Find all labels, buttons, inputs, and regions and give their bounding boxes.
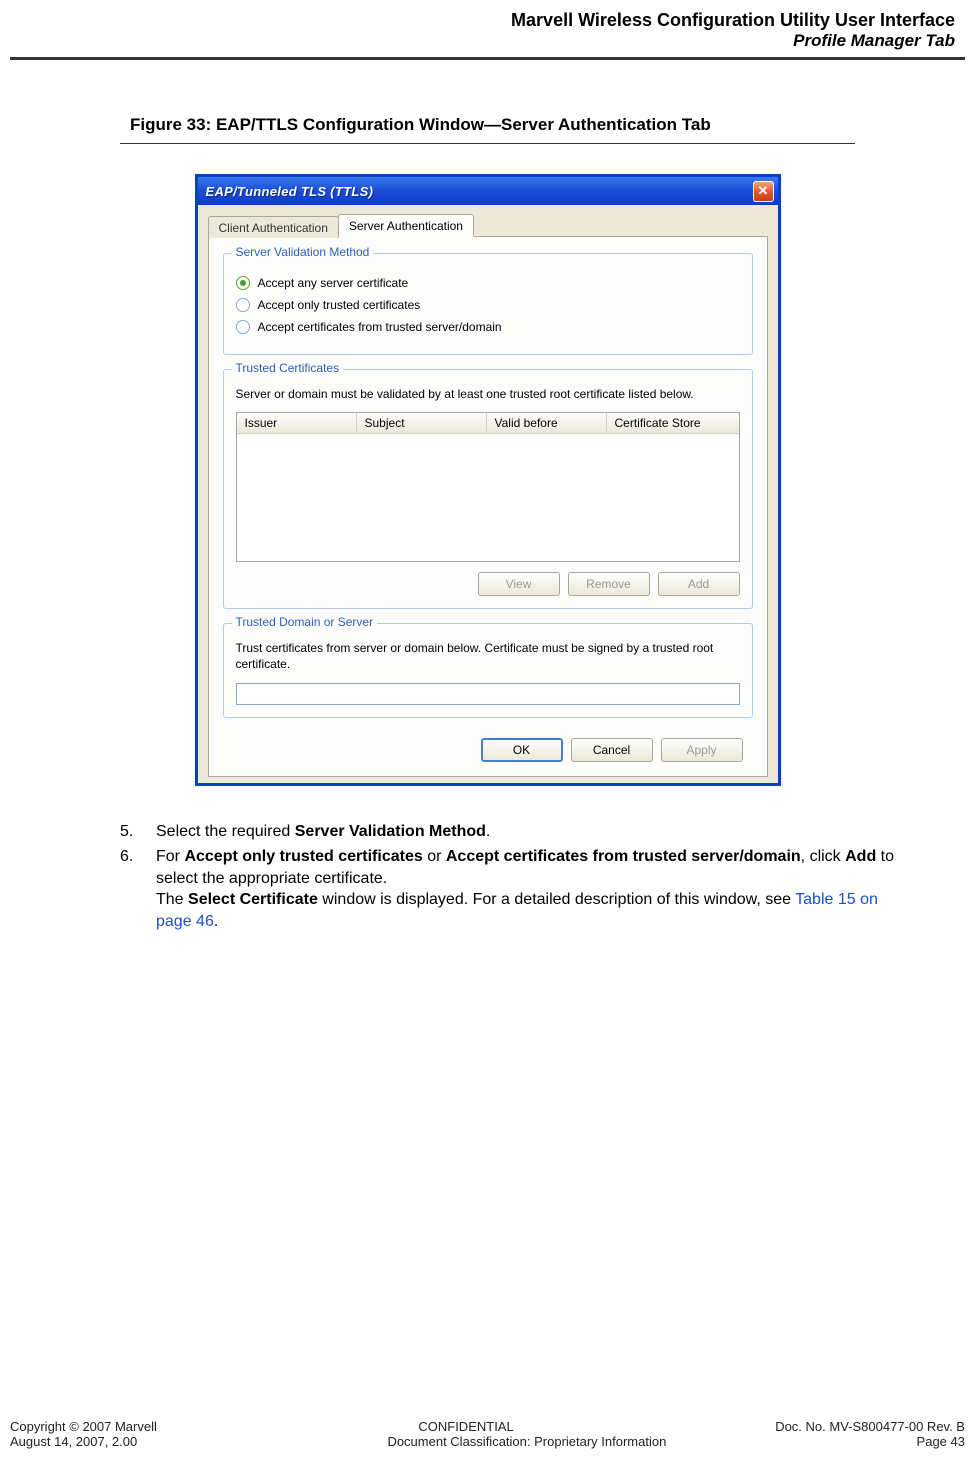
footer-docno: Doc. No. MV-S800477-00 Rev. B xyxy=(775,1419,965,1434)
page-footer: Copyright © 2007 Marvell CONFIDENTIAL Do… xyxy=(10,1419,965,1449)
table-header: Issuer Subject Valid before Certificate … xyxy=(237,413,739,434)
group-title-trusted-certs: Trusted Certificates xyxy=(232,361,344,375)
apply-button[interactable]: Apply xyxy=(661,738,743,762)
eap-ttls-dialog: EAP/Tunneled TLS (TTLS) ✕ Client Authent… xyxy=(195,174,781,786)
ok-button[interactable]: OK xyxy=(481,738,563,762)
page-header: Marvell Wireless Configuration Utility U… xyxy=(10,0,965,60)
figure-caption: Figure 33: EAP/TTLS Configuration Window… xyxy=(10,115,975,135)
text-bold: Accept only trusted certificates xyxy=(184,848,422,865)
text-bold: Select Certificate xyxy=(188,891,318,908)
text-bold: Add xyxy=(845,848,876,865)
tab-page-server: Server Validation Method Accept any serv… xyxy=(208,236,768,777)
trusted-domain-description: Trust certificates from server or domain… xyxy=(236,640,740,672)
dialog-title: EAP/Tunneled TLS (TTLS) xyxy=(206,184,374,199)
radio-accept-any[interactable]: Accept any server certificate xyxy=(236,276,740,290)
radio-label: Accept certificates from trusted server/… xyxy=(258,320,502,334)
footer-classification: Document Classification: Proprietary Inf… xyxy=(387,1434,666,1449)
footer-copyright: Copyright © 2007 Marvell xyxy=(10,1419,157,1434)
radio-label: Accept any server certificate xyxy=(258,276,409,290)
col-valid-before[interactable]: Valid before xyxy=(487,413,607,433)
text-bold: Accept certificates from trusted server/… xyxy=(446,848,801,865)
col-issuer[interactable]: Issuer xyxy=(237,413,357,433)
certificate-table[interactable]: Issuer Subject Valid before Certificate … xyxy=(236,412,740,562)
group-server-validation: Server Validation Method Accept any serv… xyxy=(223,253,753,355)
group-trusted-domain: Trusted Domain or Server Trust certifica… xyxy=(223,623,753,717)
text: . xyxy=(214,913,218,930)
radio-label: Accept only trusted certificates xyxy=(258,298,421,312)
trusted-domain-input[interactable] xyxy=(236,683,740,705)
col-cert-store[interactable]: Certificate Store xyxy=(607,413,739,433)
radio-icon-checked xyxy=(236,276,250,290)
step-5: 5. Select the required Server Validation… xyxy=(120,821,895,843)
group-title-trusted-domain: Trusted Domain or Server xyxy=(232,615,378,629)
text: For xyxy=(156,848,184,865)
close-icon: ✕ xyxy=(758,183,769,199)
col-subject[interactable]: Subject xyxy=(357,413,487,433)
view-button[interactable]: View xyxy=(478,572,560,596)
tabstrip: Client Authentication Server Authenticat… xyxy=(208,213,768,236)
footer-page: Page 43 xyxy=(917,1434,965,1449)
tab-client-authentication[interactable]: Client Authentication xyxy=(208,216,339,238)
text: Select the required xyxy=(156,823,295,840)
step-6: 6. For Accept only trusted certificates … xyxy=(120,846,895,932)
cancel-button[interactable]: Cancel xyxy=(571,738,653,762)
group-title-validation: Server Validation Method xyxy=(232,245,374,259)
group-trusted-certificates: Trusted Certificates Server or domain mu… xyxy=(223,369,753,609)
step-number: 6. xyxy=(120,846,156,932)
remove-button[interactable]: Remove xyxy=(568,572,650,596)
footer-confidential: CONFIDENTIAL xyxy=(418,1419,513,1434)
radio-accept-domain[interactable]: Accept certificates from trusted server/… xyxy=(236,320,740,334)
step-number: 5. xyxy=(120,821,156,843)
footer-date: August 14, 2007, 2.00 xyxy=(10,1434,137,1449)
text: . xyxy=(486,823,490,840)
add-button[interactable]: Add xyxy=(658,572,740,596)
titlebar[interactable]: EAP/Tunneled TLS (TTLS) ✕ xyxy=(198,177,778,205)
trusted-certs-description: Server or domain must be validated by at… xyxy=(236,386,740,402)
tab-server-authentication[interactable]: Server Authentication xyxy=(338,214,474,237)
header-subtitle: Profile Manager Tab xyxy=(10,31,955,51)
radio-icon-unchecked xyxy=(236,298,250,312)
text: window is displayed. For a detailed desc… xyxy=(318,891,795,908)
header-title: Marvell Wireless Configuration Utility U… xyxy=(10,10,955,31)
caption-rule xyxy=(120,143,855,144)
text: , click xyxy=(801,848,845,865)
radio-accept-trusted[interactable]: Accept only trusted certificates xyxy=(236,298,740,312)
instructions: 5. Select the required Server Validation… xyxy=(120,821,895,933)
close-button[interactable]: ✕ xyxy=(753,181,774,202)
text: The xyxy=(156,891,188,908)
text-bold: Server Validation Method xyxy=(295,823,486,840)
text: or xyxy=(423,848,446,865)
radio-icon-unchecked xyxy=(236,320,250,334)
